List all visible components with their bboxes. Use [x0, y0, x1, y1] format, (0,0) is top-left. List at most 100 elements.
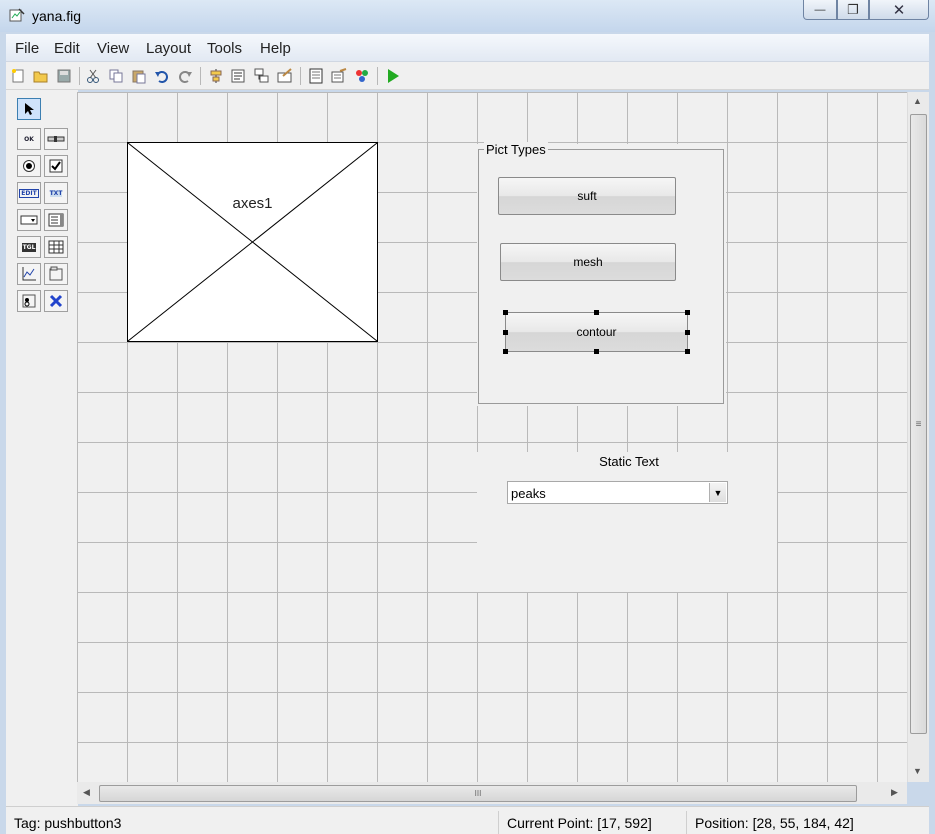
resize-handle[interactable] — [594, 349, 599, 354]
resize-handle[interactable] — [685, 349, 690, 354]
suft-button[interactable]: suft — [498, 177, 676, 215]
menu-file[interactable]: File — [15, 40, 39, 57]
open-folder-icon[interactable] — [32, 67, 50, 85]
mesh-button[interactable]: mesh — [500, 243, 676, 281]
axes-label: axes1 — [232, 195, 273, 212]
suft-label: suft — [577, 189, 597, 203]
push-button-tool[interactable]: OK — [17, 128, 41, 150]
scroll-down-icon[interactable]: ▼ — [913, 766, 922, 776]
pointer-icon — [25, 103, 34, 115]
pict-types-panel[interactable]: Pict Types suft mesh contour — [478, 142, 724, 404]
check-box-tool[interactable] — [44, 155, 68, 177]
cut-icon[interactable] — [84, 67, 102, 85]
listbox-tool[interactable] — [44, 209, 68, 231]
static-text-tool[interactable]: TXT — [44, 182, 68, 204]
slider-tool[interactable] — [44, 128, 68, 150]
grip-icon: III — [474, 789, 482, 798]
button-group-tool[interactable] — [17, 290, 41, 312]
run-figure-icon[interactable] — [384, 67, 402, 85]
status-current-point: Current Point: [17, 592] — [498, 811, 686, 834]
radio-button-tool[interactable] — [17, 155, 41, 177]
axes-cross-icon — [128, 143, 377, 341]
table-tool[interactable] — [44, 236, 68, 258]
object-browser-icon[interactable] — [353, 67, 371, 85]
activex-control-tool[interactable] — [44, 290, 68, 312]
select-tool[interactable] — [17, 98, 41, 120]
resize-handle[interactable] — [503, 330, 508, 335]
dropdown-arrow-icon[interactable]: ▼ — [709, 483, 726, 502]
resize-handle[interactable] — [503, 310, 508, 315]
grip-icon: ≡ — [915, 418, 922, 430]
redo-icon[interactable] — [176, 67, 194, 85]
axes-icon — [22, 267, 36, 281]
axes-tool[interactable] — [17, 263, 41, 285]
check-box-icon — [49, 159, 63, 173]
menu-edit[interactable]: Edit — [54, 40, 80, 57]
component-palette: OK EDIT TXT TGL — [6, 90, 78, 806]
peaks-popup-menu[interactable]: peaks ▼ — [507, 481, 728, 504]
tab-order-editor-icon[interactable] — [253, 67, 271, 85]
menu-tools[interactable]: Tools — [207, 40, 242, 57]
static-text-icon: TXT — [49, 189, 63, 197]
close-icon: ✕ — [892, 1, 906, 19]
new-figure-icon[interactable] — [9, 67, 27, 85]
window-title: yana.fig — [32, 8, 82, 24]
listbox-icon — [48, 213, 64, 227]
status-position: Position: [28, 55, 184, 42] — [686, 811, 929, 834]
figure-file-icon — [9, 8, 25, 22]
vertical-scroll-thumb[interactable]: ≡ — [910, 114, 927, 734]
toggle-button-icon: TGL — [21, 242, 37, 252]
popup-menu-icon — [20, 215, 38, 225]
minimize-button[interactable]: — — [803, 0, 837, 20]
status-bar: Tag: pushbutton3 Current Point: [17, 592… — [6, 806, 929, 834]
panel-icon — [49, 266, 63, 281]
close-button[interactable]: ✕ — [869, 0, 929, 20]
horizontal-scrollbar[interactable]: ◀ III ▶ — [77, 782, 907, 804]
popup-menu-tool[interactable] — [17, 209, 41, 231]
edit-text-icon: EDIT — [19, 188, 39, 198]
maximize-button[interactable]: ❐ — [837, 0, 869, 20]
text-area-background — [477, 452, 777, 592]
maximize-icon: ❐ — [847, 1, 859, 17]
menu-layout[interactable]: Layout — [146, 40, 191, 57]
scroll-up-icon[interactable]: ▲ — [913, 96, 922, 106]
axes1[interactable]: axes1 — [127, 142, 378, 342]
popup-value: peaks — [511, 486, 546, 501]
resize-handle[interactable] — [685, 330, 690, 335]
horizontal-scroll-thumb[interactable]: III — [99, 785, 857, 802]
contour-button[interactable]: contour — [505, 312, 688, 352]
table-icon — [48, 240, 64, 254]
copy-icon[interactable] — [107, 67, 125, 85]
paste-icon[interactable] — [130, 67, 148, 85]
mesh-label: mesh — [573, 255, 603, 269]
toggle-button-tool[interactable]: TGL — [17, 236, 41, 258]
property-inspector-icon[interactable] — [330, 67, 348, 85]
minimize-icon: — — [814, 3, 826, 16]
edit-text-tool[interactable]: EDIT — [17, 182, 41, 204]
status-tag: Tag: pushbutton3 — [14, 815, 122, 831]
scroll-left-icon[interactable]: ◀ — [83, 787, 90, 798]
button-group-icon — [22, 294, 36, 308]
static-text[interactable]: Static Text — [579, 454, 679, 469]
activex-icon — [49, 294, 63, 308]
vertical-scrollbar[interactable]: ▲ ≡ ▼ — [907, 92, 929, 782]
push-button-icon: OK — [24, 135, 34, 143]
undo-icon[interactable] — [153, 67, 171, 85]
toolbar-editor-icon[interactable] — [276, 67, 294, 85]
menu-help[interactable]: Help — [260, 40, 291, 57]
toolbar — [6, 62, 929, 90]
save-icon[interactable] — [55, 67, 73, 85]
panel-tool[interactable] — [44, 263, 68, 285]
panel-title: Pict Types — [484, 142, 548, 157]
resize-handle[interactable] — [685, 310, 690, 315]
resize-handle[interactable] — [503, 349, 508, 354]
menu-bar: File Edit View Layout Tools Help — [6, 34, 929, 62]
scroll-right-icon[interactable]: ▶ — [891, 787, 898, 798]
resize-handle[interactable] — [594, 310, 599, 315]
slider-icon — [47, 136, 65, 142]
editor-icon[interactable] — [307, 67, 325, 85]
menu-editor-icon[interactable] — [230, 67, 248, 85]
align-objects-icon[interactable] — [207, 67, 225, 85]
menu-view[interactable]: View — [97, 40, 129, 57]
layout-canvas[interactable]: axes1 Pict Types suft mesh contour Stati… — [77, 92, 907, 782]
